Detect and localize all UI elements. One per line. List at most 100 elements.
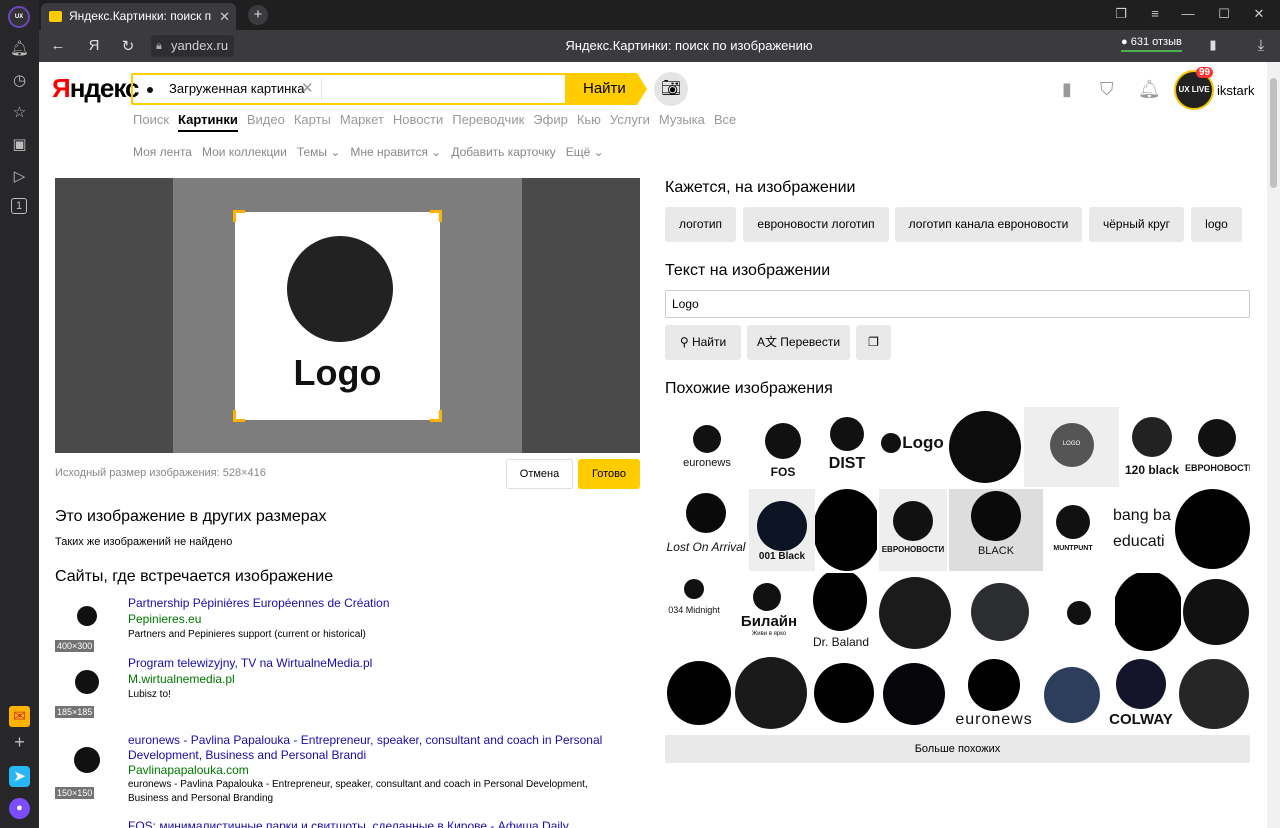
similar-image[interactable]: [1115, 573, 1181, 655]
nav-search[interactable]: Поиск: [133, 112, 169, 127]
nav-translate[interactable]: Переводчик: [452, 112, 524, 127]
similar-image[interactable]: bang ba educati: [1103, 489, 1175, 571]
reload-icon[interactable]: ↻: [119, 37, 137, 55]
nav-services[interactable]: Услуги: [610, 112, 650, 127]
nav-images[interactable]: Картинки: [178, 112, 238, 132]
nav-q[interactable]: Кью: [577, 112, 601, 127]
yandex-home-icon[interactable]: Я: [85, 37, 103, 54]
collections-bookmark-icon[interactable]: ▮: [1062, 79, 1072, 100]
similar-image[interactable]: euronews: [665, 407, 749, 487]
similar-image[interactable]: FOS: [751, 407, 815, 487]
nav-all[interactable]: Все: [714, 112, 736, 127]
translate-button[interactable]: A文 Перевести: [747, 325, 850, 360]
similar-image[interactable]: [879, 657, 949, 729]
nav-efir[interactable]: Эфир: [533, 112, 568, 127]
tag-chip[interactable]: logo: [1191, 207, 1242, 242]
site-title[interactable]: euronews - Pavlina Papalouka - Entrepren…: [128, 733, 618, 763]
maximize-icon[interactable]: ☐: [1216, 6, 1232, 22]
reviews-badge[interactable]: ● 631 отзыв: [1121, 36, 1182, 52]
close-tab-icon[interactable]: ✕: [219, 3, 230, 30]
menu-icon[interactable]: ≡: [1147, 6, 1163, 21]
nav-news[interactable]: Новости: [393, 112, 443, 127]
play-icon[interactable]: ▷: [9, 166, 30, 187]
download-icon[interactable]: ⤓: [1252, 37, 1270, 54]
site-thumbnail[interactable]: 400×300: [55, 596, 117, 652]
close-window-icon[interactable]: ✕: [1251, 6, 1267, 22]
similar-image[interactable]: COLWAY: [1107, 657, 1175, 729]
nav-music[interactable]: Музыка: [659, 112, 705, 127]
similar-image[interactable]: 120 black: [1121, 407, 1183, 487]
messenger-icon[interactable]: ➤: [9, 766, 30, 787]
similar-image[interactable]: [815, 489, 877, 571]
site-url[interactable]: Pepinieres.eu: [128, 612, 201, 626]
site-title[interactable]: Partnership Pépinières Européennes de Cr…: [128, 596, 618, 611]
similar-image[interactable]: Dr. Balandi: [813, 573, 869, 655]
similar-image[interactable]: LOGO: [1024, 407, 1119, 487]
similar-image[interactable]: [1045, 573, 1113, 655]
text-search-button[interactable]: ⚲ Найти: [665, 325, 741, 360]
similar-image[interactable]: [871, 573, 955, 655]
similar-image[interactable]: DIST: [817, 407, 877, 487]
subnav-collections[interactable]: Мои коллекции: [202, 145, 287, 159]
tabs-count-icon[interactable]: 1: [11, 198, 27, 214]
star-icon[interactable]: ☆: [9, 102, 30, 123]
site-url[interactable]: M.wirtualnemedia.pl: [128, 672, 235, 686]
similar-image[interactable]: [957, 573, 1043, 655]
url-field[interactable]: 🔒︎ yandex.ru: [151, 35, 235, 57]
tabs-menu-icon[interactable]: ❐: [1113, 6, 1129, 22]
similar-image[interactable]: ЕВРОНОВОСТИ: [1185, 407, 1250, 487]
crop-handle-tr[interactable]: [430, 210, 442, 222]
subnav-add-card[interactable]: Добавить карточку: [451, 145, 555, 159]
similar-image[interactable]: euronews: [951, 657, 1037, 729]
crop-handle-tl[interactable]: [233, 210, 245, 222]
alice-icon[interactable]: ●: [9, 798, 30, 819]
collections-icon[interactable]: ▣: [9, 134, 30, 155]
tag-chip[interactable]: логотип канала евроновости: [895, 207, 1082, 242]
nav-video[interactable]: Видео: [247, 112, 285, 127]
crop-area[interactable]: Logo: [55, 178, 640, 453]
bell-icon[interactable]: 🔔︎: [9, 38, 30, 59]
new-tab-button[interactable]: +: [248, 5, 268, 25]
crop-handle-br[interactable]: [430, 410, 442, 422]
page-scrollbar[interactable]: [1267, 62, 1280, 828]
tab-yandex-images[interactable]: Яндекс.Картинки: поиск п ✕: [41, 3, 236, 30]
done-button[interactable]: Готово: [578, 459, 640, 489]
tag-chip[interactable]: логотип: [665, 207, 736, 242]
search-box[interactable]: Загруженная картинка ✕: [131, 73, 637, 105]
notifications-icon[interactable]: 🔔︎: [1138, 79, 1161, 100]
recognized-text-field[interactable]: Logo: [665, 290, 1250, 318]
tag-chip[interactable]: евроновости логотип: [743, 207, 889, 242]
similar-image[interactable]: [1177, 657, 1250, 729]
mail-icon[interactable]: ✉: [9, 706, 30, 727]
copy-button[interactable]: ❐: [856, 325, 891, 360]
cancel-button[interactable]: Отмена: [506, 459, 573, 489]
subnav-feed[interactable]: Моя лента: [133, 145, 192, 159]
site-title[interactable]: FOS: минималистичные парки и свитшоты, с…: [128, 819, 618, 828]
clear-icon[interactable]: ✕: [301, 79, 314, 97]
profile-icon[interactable]: UX: [8, 6, 30, 28]
similar-image[interactable]: MUNTPUNT: [1045, 489, 1101, 571]
similar-image[interactable]: Logo: [879, 407, 947, 487]
camera-icon[interactable]: 📷︎: [654, 72, 688, 106]
similar-image[interactable]: 001 Black: [749, 489, 815, 571]
similar-image[interactable]: [949, 407, 1022, 487]
scrollbar-thumb[interactable]: [1270, 78, 1277, 188]
site-thumbnail[interactable]: 185×185: [55, 656, 117, 718]
similar-image[interactable]: [1175, 489, 1250, 571]
similar-image[interactable]: [811, 657, 877, 729]
site-url[interactable]: Pavlinapapalouka.com: [128, 763, 249, 777]
similar-image[interactable]: [1039, 657, 1105, 729]
similar-image[interactable]: ЕВРОНОВОСТИ: [879, 489, 947, 571]
crop-handle-bl[interactable]: [233, 410, 245, 422]
similar-image[interactable]: [735, 657, 809, 729]
minimize-icon[interactable]: —: [1180, 6, 1196, 21]
subnav-themes[interactable]: Темы ⌄: [297, 145, 341, 159]
history-icon[interactable]: ◷: [9, 70, 30, 91]
site-thumbnail[interactable]: 150×150: [55, 741, 117, 799]
nav-market[interactable]: Маркет: [340, 112, 384, 127]
site-title[interactable]: Program telewizyjny, TV na WirtualneMedi…: [128, 656, 618, 671]
yandex-logo[interactable]: Яндекс: [52, 73, 139, 104]
similar-image[interactable]: Билайн Живи в ярко: [725, 573, 813, 655]
bookmark-icon[interactable]: ▮: [1204, 37, 1222, 53]
similar-image[interactable]: [1183, 573, 1250, 655]
